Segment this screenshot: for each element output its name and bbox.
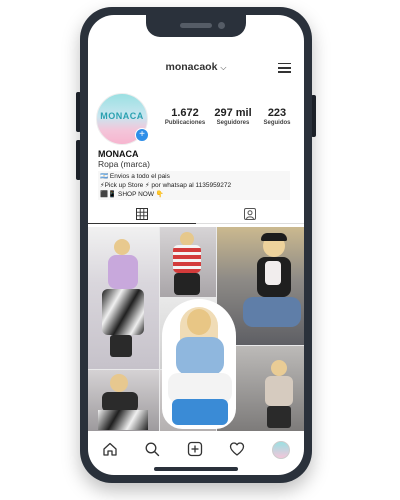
username: monacaok — [165, 61, 218, 73]
home-indicator — [154, 467, 238, 471]
post-figure — [110, 374, 128, 392]
tagged-icon — [244, 208, 256, 220]
post-figure — [98, 410, 148, 430]
stat-following-label: Seguidos — [263, 120, 291, 126]
post-figure — [265, 376, 293, 406]
phone-frame: monacaok ⌵ MONACA + 1.672 Publicaciones 2… — [80, 7, 312, 483]
profile-category: Ropa (marca) — [98, 159, 150, 169]
grid-icon — [136, 208, 148, 220]
profile-name: MONACA — [98, 149, 139, 159]
profile-tabs — [88, 205, 304, 224]
stat-posts-label: Publicaciones — [164, 120, 206, 126]
heart-icon[interactable] — [229, 441, 245, 457]
profile-avatar-icon[interactable] — [272, 441, 290, 459]
post-thumbnail[interactable] — [160, 227, 216, 297]
hamburger-menu-icon[interactable] — [278, 63, 291, 73]
stat-posts-value: 1.672 — [171, 107, 199, 119]
bio-text: 🇦🇷 Envios a todo el pais ⚡Pick up Store … — [98, 171, 290, 200]
post-figure — [243, 297, 301, 327]
featured-model-cutout — [154, 299, 246, 431]
post-figure — [114, 239, 130, 255]
bottom-nav — [88, 435, 304, 463]
post-figure — [102, 392, 138, 412]
tab-posts-grid[interactable] — [88, 208, 196, 224]
post-figure — [261, 233, 287, 241]
stat-following[interactable]: 223 Seguidos — [250, 107, 304, 126]
bio-line: ⬛📱 SHOP NOW 👇 — [100, 191, 164, 198]
phone-screen: monacaok ⌵ MONACA + 1.672 Publicaciones 2… — [88, 15, 304, 475]
post-figure — [110, 335, 132, 357]
post-figure — [173, 245, 201, 273]
bio-line: ⚡Pick up Store ⚡ por whatsap al 11359592… — [100, 182, 232, 189]
stat-posts[interactable]: 1.672 Publicaciones — [158, 107, 212, 126]
home-icon[interactable] — [102, 441, 118, 457]
camera-icon — [218, 22, 225, 29]
new-post-icon[interactable] — [187, 441, 203, 457]
post-figure — [108, 255, 138, 289]
post-figure — [180, 232, 194, 246]
bio-line: 🇦🇷 Envios a todo el pais — [100, 173, 170, 180]
add-story-icon[interactable]: + — [135, 128, 149, 142]
post-figure — [174, 273, 200, 295]
tab-tagged[interactable] — [196, 208, 304, 223]
post-figure — [267, 406, 291, 428]
search-icon[interactable] — [144, 441, 160, 457]
posts-grid — [88, 227, 304, 431]
avatar-logo-text: MONACA — [100, 111, 144, 121]
speaker-icon — [180, 23, 212, 28]
profile-bio: MONACA Ropa (marca) 🇦🇷 Envios a todo el … — [98, 149, 298, 200]
chevron-down-icon: ⌵ — [220, 63, 227, 72]
post-figure — [172, 399, 228, 425]
post-figure — [271, 360, 287, 376]
notch — [146, 15, 246, 37]
stat-following-value: 223 — [267, 107, 287, 119]
username-switcher[interactable]: monacaok ⌵ — [88, 61, 304, 73]
post-thumbnail[interactable] — [88, 370, 159, 431]
post-figure — [176, 337, 224, 375]
post-thumbnail[interactable] — [88, 227, 159, 369]
post-figure — [265, 261, 281, 285]
profile-header: monacaok ⌵ — [88, 59, 304, 79]
post-figure — [102, 289, 144, 335]
